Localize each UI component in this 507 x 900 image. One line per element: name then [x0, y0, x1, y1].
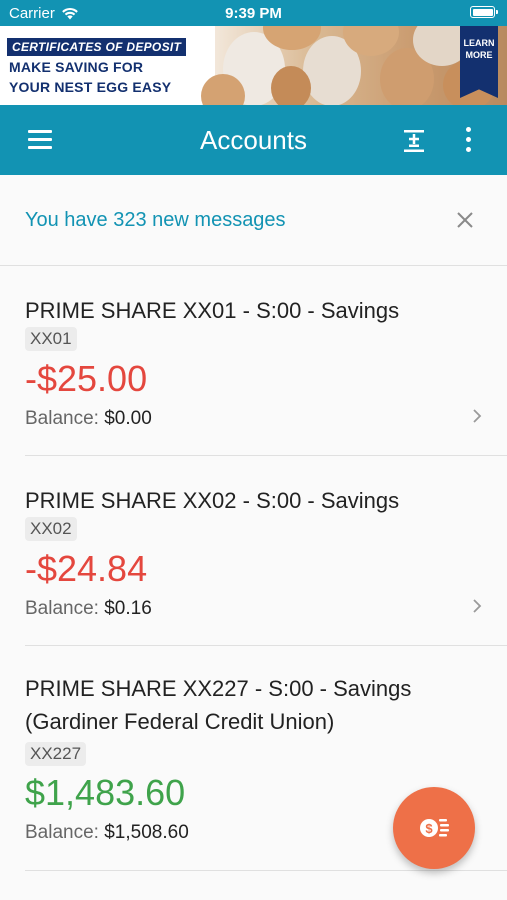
chevron-right-icon [473, 409, 482, 423]
balance-label: Balance: [25, 598, 99, 619]
ad-headline: CERTIFICATES OF DEPOSIT [7, 38, 187, 56]
balance-label: Balance: [25, 822, 99, 843]
balance-label: Balance: [25, 408, 99, 429]
more-vertical-icon[interactable] [458, 127, 478, 153]
balance-value: $0.16 [104, 598, 152, 619]
account-id-chip: XX227 [25, 742, 87, 766]
ad-tagline-1: MAKE SAVING FOR [9, 59, 144, 75]
status-time: 9:39 PM [225, 5, 282, 22]
learn-more-line-1: LEARN [463, 38, 495, 48]
messages-banner[interactable]: You have 323 new messages [0, 175, 507, 266]
account-amount: -$24.84 [25, 548, 148, 589]
ad-tagline-2: YOUR NEST EGG EASY [9, 79, 172, 95]
balance-value: $0.00 [104, 408, 152, 429]
transfer-fab-button[interactable]: $ [393, 787, 475, 869]
account-balance: Balance: $0.00 [25, 408, 152, 430]
account-item[interactable]: PRIME SHARE XX02 - S:00 - Savings XX02 -… [0, 456, 507, 646]
account-id-chip: XX02 [25, 517, 77, 541]
account-balance: Balance: $1,508.60 [25, 822, 189, 844]
divider [25, 870, 507, 871]
account-id-chip: XX01 [25, 327, 77, 351]
messages-text[interactable]: You have 323 new messages [25, 209, 286, 232]
page-title: Accounts [200, 125, 307, 155]
account-name: PRIME SHARE XX01 - S:00 - Savings [25, 298, 400, 323]
balance-value: $1,508.60 [104, 822, 189, 843]
svg-text:$: $ [425, 821, 433, 836]
account-amount: $1,483.60 [25, 772, 186, 813]
ad-banner[interactable]: CERTIFICATES OF DEPOSIT MAKE SAVING FOR … [0, 26, 507, 105]
account-name: PRIME SHARE XX02 - S:00 - Savings [25, 488, 400, 513]
account-item[interactable]: PRIME SHARE XX01 - S:00 - Savings XX01 -… [0, 266, 507, 456]
status-bar: Carrier 9:39 PM [0, 0, 507, 26]
account-name: PRIME SHARE XX227 - S:00 - Savings (Gard… [25, 676, 412, 734]
battery-icon [470, 6, 498, 18]
chevron-right-icon [473, 599, 482, 613]
learn-more-ribbon[interactable]: LEARN MORE [460, 26, 498, 98]
dollar-transfer-icon: $ [420, 819, 449, 837]
close-icon[interactable] [453, 208, 477, 232]
plus-minus-icon[interactable] [403, 129, 425, 153]
app-bar: Accounts [0, 105, 507, 175]
account-amount: -$25.00 [25, 358, 148, 399]
account-balance: Balance: $0.16 [25, 598, 152, 620]
learn-more-line-2: MORE [465, 50, 493, 60]
